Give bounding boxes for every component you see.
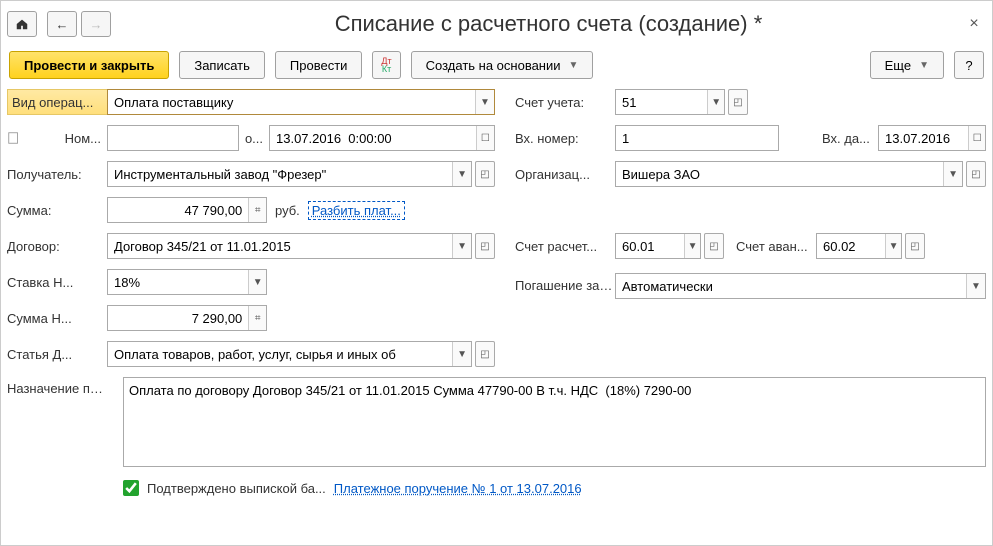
acct-settle-field[interactable]: ▼ (615, 233, 701, 259)
open-ref-button[interactable]: ◰ (966, 161, 986, 187)
acct-adv-label: Счет аван... (736, 239, 816, 254)
dropdown-icon[interactable]: ▼ (966, 274, 985, 298)
home-button[interactable] (7, 11, 37, 37)
dtkt-button[interactable]: ДтКт (372, 51, 400, 79)
save-button[interactable]: Записать (179, 51, 265, 79)
forward-button: → (81, 11, 111, 37)
vat-rate-field[interactable]: ▼ (107, 269, 267, 295)
sum-field[interactable]: ⌗ (107, 197, 267, 223)
split-payment-link[interactable]: Разбить плат... (308, 201, 405, 220)
op-type-input[interactable] (108, 90, 475, 114)
inc-num-field[interactable] (615, 125, 779, 151)
vat-sum-field[interactable]: ⌗ (107, 305, 267, 331)
acct-settle-input[interactable] (616, 234, 684, 258)
sum-input[interactable] (108, 198, 248, 222)
inc-date-input[interactable] (879, 126, 968, 150)
calendar-icon[interactable]: ☐ (968, 126, 985, 150)
number-input[interactable] (108, 126, 238, 150)
open-ref-button[interactable]: ◰ (704, 233, 724, 259)
account-field[interactable]: ▼ (615, 89, 725, 115)
date-field[interactable]: ☐ (269, 125, 495, 151)
repay-field[interactable]: ▼ (615, 273, 986, 299)
vat-rate-label: Ставка Н... (7, 275, 107, 290)
open-ref-button[interactable]: ◰ (728, 89, 748, 115)
create-based-label: Создать на основании (426, 58, 561, 73)
number-label: Ном... (31, 131, 107, 146)
op-type-label: Вид операц... (7, 89, 107, 115)
vat-sum-input[interactable] (108, 306, 248, 330)
org-label: Организац... (515, 167, 615, 182)
open-ref-button[interactable]: ◰ (475, 341, 495, 367)
cash-item-label: Статья Д... (7, 347, 107, 362)
date-input[interactable] (270, 126, 476, 150)
purpose-label: Назначение платежа: (7, 377, 107, 397)
org-field[interactable]: ▼ (615, 161, 963, 187)
inc-num-label: Вх. номер: (515, 131, 615, 146)
dropdown-icon[interactable]: ▼ (684, 234, 700, 258)
acct-settle-label: Счет расчет... (515, 239, 615, 254)
inc-date-label: Вх. да... (822, 131, 878, 146)
vat-rate-input[interactable] (108, 270, 248, 294)
inc-num-input[interactable] (616, 126, 778, 150)
repay-input[interactable] (616, 274, 966, 298)
recipient-input[interactable] (108, 162, 452, 186)
window-title: Списание с расчетного счета (создание) * (115, 11, 962, 37)
dropdown-icon[interactable]: ▼ (885, 234, 901, 258)
repay-label: Погашение задолженно... (515, 279, 615, 293)
contract-label: Договор: (7, 239, 107, 254)
more-button[interactable]: Еще ▼ (870, 51, 944, 79)
dropdown-icon[interactable]: ▼ (707, 90, 724, 114)
calc-icon[interactable]: ⌗ (248, 306, 266, 330)
calendar-icon[interactable]: ☐ (476, 126, 494, 150)
post-button[interactable]: Провести (275, 51, 363, 79)
sum-label: Сумма: (7, 203, 107, 218)
close-icon: × (969, 15, 978, 32)
print-icon-slot (7, 131, 31, 145)
dropdown-icon[interactable]: ▼ (452, 162, 471, 186)
document-icon (7, 131, 21, 145)
help-button[interactable]: ? (954, 51, 984, 79)
arrow-right-icon: → (90, 17, 103, 32)
home-icon (15, 17, 29, 31)
cash-item-input[interactable] (108, 342, 452, 366)
vat-sum-label: Сумма Н... (7, 311, 107, 326)
account-input[interactable] (616, 90, 707, 114)
open-ref-button[interactable]: ◰ (475, 233, 495, 259)
chevron-down-icon: ▼ (569, 60, 579, 71)
close-button[interactable]: × (962, 15, 986, 33)
confirmed-checkbox[interactable] (123, 480, 139, 496)
dropdown-icon[interactable]: ▼ (452, 234, 471, 258)
acct-adv-field[interactable]: ▼ (816, 233, 902, 259)
purpose-textarea[interactable] (123, 377, 986, 467)
confirmed-label: Подтверждено выпиской ба... (147, 481, 326, 496)
org-input[interactable] (616, 162, 943, 186)
more-label: Еще (885, 58, 911, 73)
dropdown-icon[interactable]: ▼ (248, 270, 266, 294)
op-type-field[interactable]: ▼ (107, 89, 495, 115)
arrow-left-icon: ← (56, 17, 69, 32)
calc-icon[interactable]: ⌗ (248, 198, 266, 222)
create-based-button[interactable]: Создать на основании ▼ (411, 51, 594, 79)
account-label: Счет учета: (515, 95, 615, 110)
dropdown-icon[interactable]: ▼ (943, 162, 962, 186)
contract-field[interactable]: ▼ (107, 233, 472, 259)
rub-label: руб. (267, 203, 308, 218)
cash-item-field[interactable]: ▼ (107, 341, 472, 367)
back-button[interactable]: ← (47, 11, 77, 37)
open-ref-button[interactable]: ◰ (475, 161, 495, 187)
number-field[interactable] (107, 125, 239, 151)
payment-order-link[interactable]: Платежное поручение № 1 от 13.07.2016 (334, 481, 582, 496)
acct-adv-input[interactable] (817, 234, 885, 258)
contract-input[interactable] (108, 234, 452, 258)
post-and-close-button[interactable]: Провести и закрыть (9, 51, 169, 79)
inc-date-field[interactable]: ☐ (878, 125, 986, 151)
chevron-down-icon: ▼ (919, 60, 929, 71)
open-ref-button[interactable]: ◰ (905, 233, 925, 259)
dropdown-icon[interactable]: ▼ (452, 342, 471, 366)
recipient-field[interactable]: ▼ (107, 161, 472, 187)
recipient-label: Получатель: (7, 167, 107, 182)
from-label: о... (239, 131, 269, 146)
dtkt-icon: ДтКт (381, 57, 391, 73)
dropdown-icon[interactable]: ▼ (475, 90, 494, 114)
